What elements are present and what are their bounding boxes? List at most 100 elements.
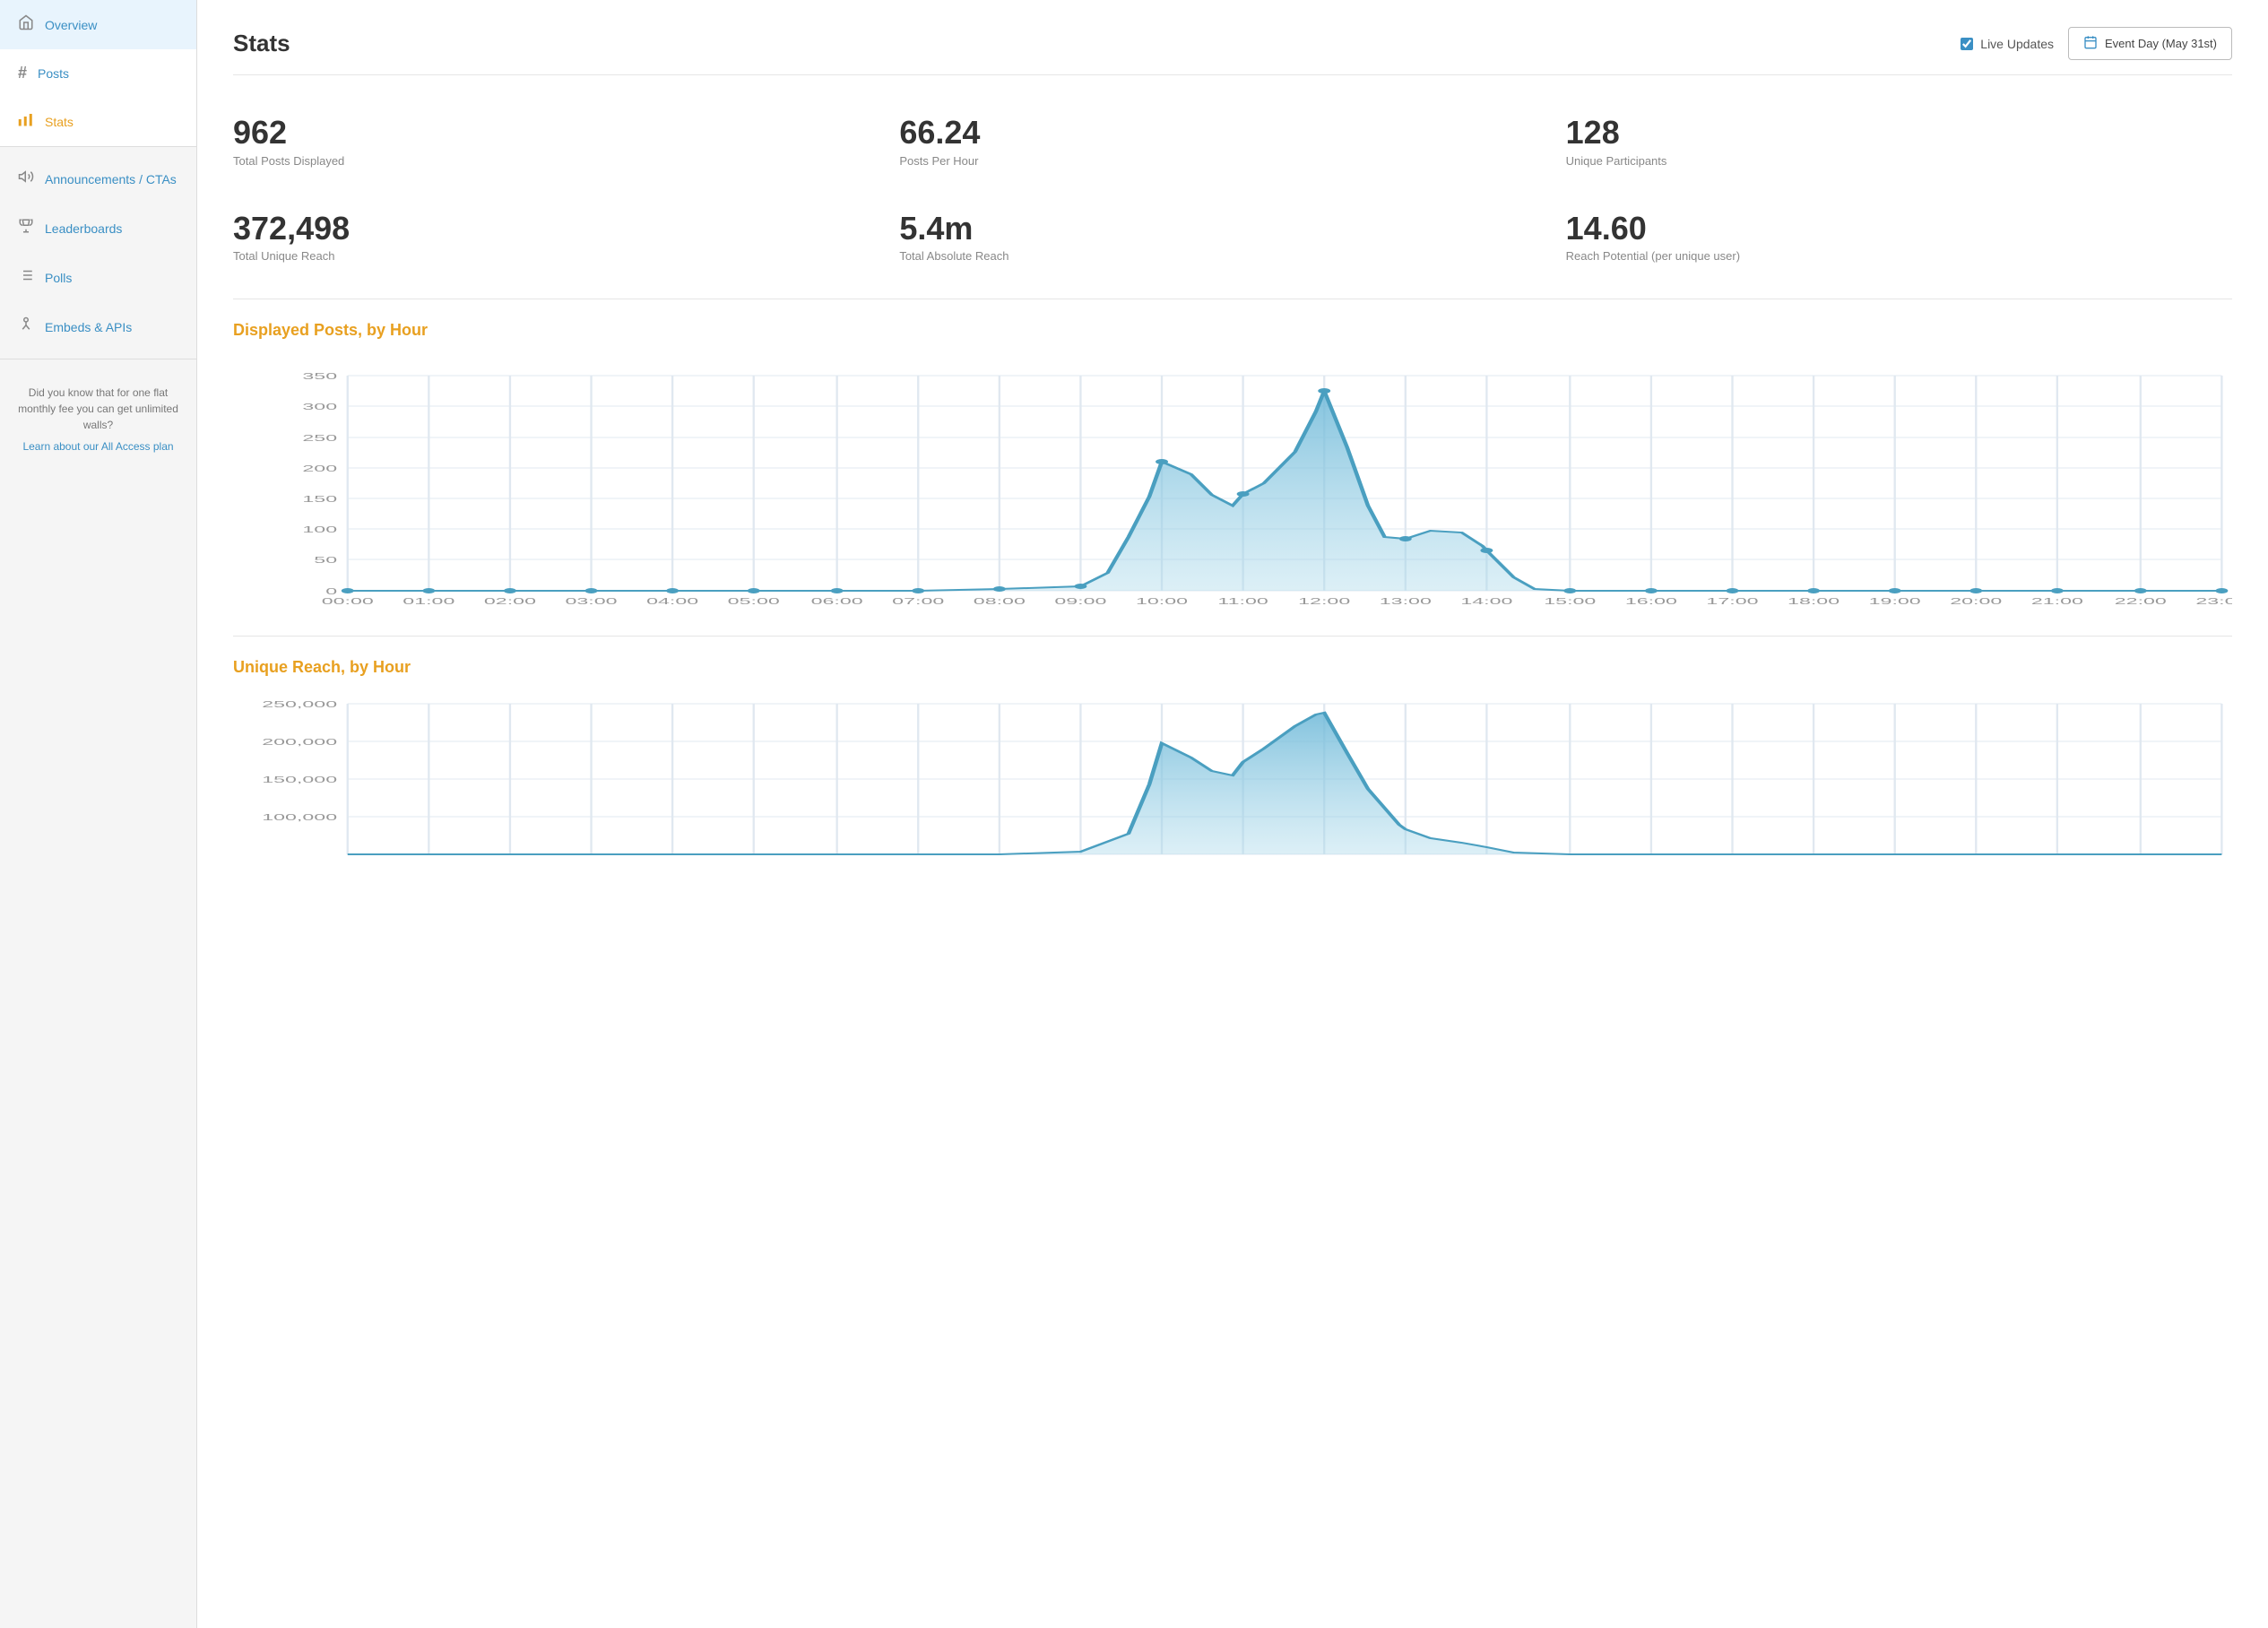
sidebar-polls-label: Polls (45, 271, 72, 285)
svg-text:07:00: 07:00 (892, 596, 944, 606)
main-content: Stats Live Updates Event Day (May 31st) … (197, 0, 2268, 1628)
svg-text:20:00: 20:00 (1950, 596, 2002, 606)
svg-text:09:00: 09:00 (1054, 596, 1106, 606)
stat-number-posts-per-hour: 66.24 (899, 115, 1538, 151)
page-header: Stats Live Updates Event Day (May 31st) (233, 27, 2232, 75)
svg-text:17:00: 17:00 (1706, 596, 1758, 606)
stat-posts-per-hour: 66.24 Posts Per Hour (899, 97, 1565, 186)
svg-text:16:00: 16:00 (1625, 596, 1677, 606)
sidebar: Overview # Posts Stats Announcements / C… (0, 0, 197, 1628)
svg-text:08:00: 08:00 (974, 596, 1026, 606)
svg-text:300: 300 (302, 402, 337, 411)
chart2-title: Unique Reach, by Hour (233, 658, 2232, 677)
stats-icon (18, 111, 34, 132)
svg-text:250: 250 (302, 433, 337, 443)
stat-number-total-unique-reach: 372,498 (233, 211, 872, 247)
svg-text:01:00: 01:00 (403, 596, 454, 606)
sidebar-embeds-label: Embeds & APIs (45, 320, 132, 334)
all-access-link[interactable]: Learn about our All Access plan (18, 438, 178, 455)
stat-unique-participants: 128 Unique Participants (1566, 97, 2232, 186)
sidebar-promo-text: Did you know that for one flat monthly f… (18, 386, 178, 431)
live-updates-text: Live Updates (1980, 37, 2054, 51)
chart2-svg: 250,000 200,000 150,000 100,000 (233, 695, 2232, 874)
stat-total-absolute-reach: 5.4m Total Absolute Reach (899, 193, 1565, 281)
stat-label-reach-potential: Reach Potential (per unique user) (1566, 249, 2205, 263)
svg-text:100: 100 (302, 524, 337, 534)
sidebar-posts-label: Posts (38, 66, 69, 81)
stat-label-posts-per-hour: Posts Per Hour (899, 154, 1538, 168)
stats-row-1: 962 Total Posts Displayed 66.24 Posts Pe… (233, 97, 2232, 186)
sidebar-item-stats[interactable]: Stats (0, 97, 196, 146)
polls-icon (18, 267, 34, 288)
stat-label-total-absolute-reach: Total Absolute Reach (899, 249, 1538, 263)
stat-number-total-posts: 962 (233, 115, 872, 151)
svg-text:23:00: 23:00 (2195, 596, 2232, 606)
svg-text:200,000: 200,000 (262, 737, 337, 747)
sidebar-item-posts[interactable]: # Posts (0, 49, 196, 97)
chart1-title: Displayed Posts, by Hour (233, 321, 2232, 340)
chart-section-2: Unique Reach, by Hour (233, 658, 2232, 874)
svg-text:04:00: 04:00 (646, 596, 698, 606)
sidebar-item-polls[interactable]: Polls (0, 253, 196, 302)
svg-text:02:00: 02:00 (484, 596, 536, 606)
sidebar-top-section: Overview # Posts Stats (0, 0, 196, 147)
stat-label-unique-participants: Unique Participants (1566, 154, 2205, 168)
svg-text:150,000: 150,000 (262, 775, 337, 784)
live-updates-checkbox[interactable] (1961, 38, 1973, 50)
stat-number-reach-potential: 14.60 (1566, 211, 2205, 247)
sidebar-stats-label: Stats (45, 115, 74, 129)
svg-text:19:00: 19:00 (1869, 596, 1921, 606)
embeds-icon (18, 316, 34, 337)
svg-text:00:00: 00:00 (322, 596, 374, 606)
svg-text:13:00: 13:00 (1380, 596, 1432, 606)
chart-section-1: Displayed Posts, by Hour .grid-line { st… (233, 321, 2232, 609)
chart1-container: .grid-line { stroke: #e0e8f0; stroke-wid… (233, 358, 2232, 609)
svg-text:50: 50 (314, 555, 337, 565)
sidebar-item-announcements[interactable]: Announcements / CTAs (0, 154, 196, 204)
stats-row-2: 372,498 Total Unique Reach 5.4m Total Ab… (233, 193, 2232, 281)
svg-text:100,000: 100,000 (262, 812, 337, 822)
stat-number-unique-participants: 128 (1566, 115, 2205, 151)
svg-text:03:00: 03:00 (565, 596, 617, 606)
sidebar-item-leaderboards[interactable]: Leaderboards (0, 204, 196, 253)
sidebar-item-overview[interactable]: Overview (0, 0, 196, 49)
sidebar-overview-label: Overview (45, 18, 97, 32)
svg-text:0: 0 (325, 586, 337, 596)
live-updates-label[interactable]: Live Updates (1961, 37, 2054, 51)
hash-icon: # (18, 64, 27, 82)
chart2-container: 250,000 200,000 150,000 100,000 (233, 695, 2232, 874)
svg-text:10:00: 10:00 (1136, 596, 1188, 606)
svg-text:12:00: 12:00 (1298, 596, 1350, 606)
trophy-icon (18, 218, 34, 238)
svg-text:150: 150 (302, 494, 337, 504)
svg-text:350: 350 (302, 371, 337, 381)
stat-label-total-unique-reach: Total Unique Reach (233, 249, 872, 263)
home-icon (18, 14, 34, 35)
svg-text:06:00: 06:00 (811, 596, 863, 606)
svg-text:11:00: 11:00 (1217, 596, 1268, 606)
svg-text:250,000: 250,000 (262, 699, 337, 709)
sidebar-promo: Did you know that for one flat monthly f… (0, 367, 196, 472)
sidebar-announcements-label: Announcements / CTAs (45, 172, 177, 186)
svg-text:21:00: 21:00 (2031, 596, 2083, 606)
stat-total-posts: 962 Total Posts Displayed (233, 97, 899, 186)
header-controls: Live Updates Event Day (May 31st) (1961, 27, 2232, 60)
chart1-svg: .grid-line { stroke: #e0e8f0; stroke-wid… (233, 358, 2232, 609)
svg-text:14:00: 14:00 (1460, 596, 1512, 606)
calendar-icon (2083, 35, 2098, 52)
svg-text:200: 200 (302, 463, 337, 473)
sidebar-secondary-section: Announcements / CTAs Leaderboards Polls … (0, 147, 196, 472)
svg-text:05:00: 05:00 (728, 596, 780, 606)
sidebar-item-embeds[interactable]: Embeds & APIs (0, 302, 196, 351)
svg-text:22:00: 22:00 (2115, 596, 2167, 606)
stat-total-unique-reach: 372,498 Total Unique Reach (233, 193, 899, 281)
stat-label-total-posts: Total Posts Displayed (233, 154, 872, 168)
svg-text:15:00: 15:00 (1544, 596, 1596, 606)
page-title: Stats (233, 30, 290, 57)
event-day-label: Event Day (May 31st) (2105, 37, 2217, 50)
stat-number-total-absolute-reach: 5.4m (899, 211, 1538, 247)
sidebar-leaderboards-label: Leaderboards (45, 221, 122, 236)
event-day-button[interactable]: Event Day (May 31st) (2068, 27, 2232, 60)
stat-reach-potential: 14.60 Reach Potential (per unique user) (1566, 193, 2232, 281)
announcements-icon (18, 169, 34, 189)
